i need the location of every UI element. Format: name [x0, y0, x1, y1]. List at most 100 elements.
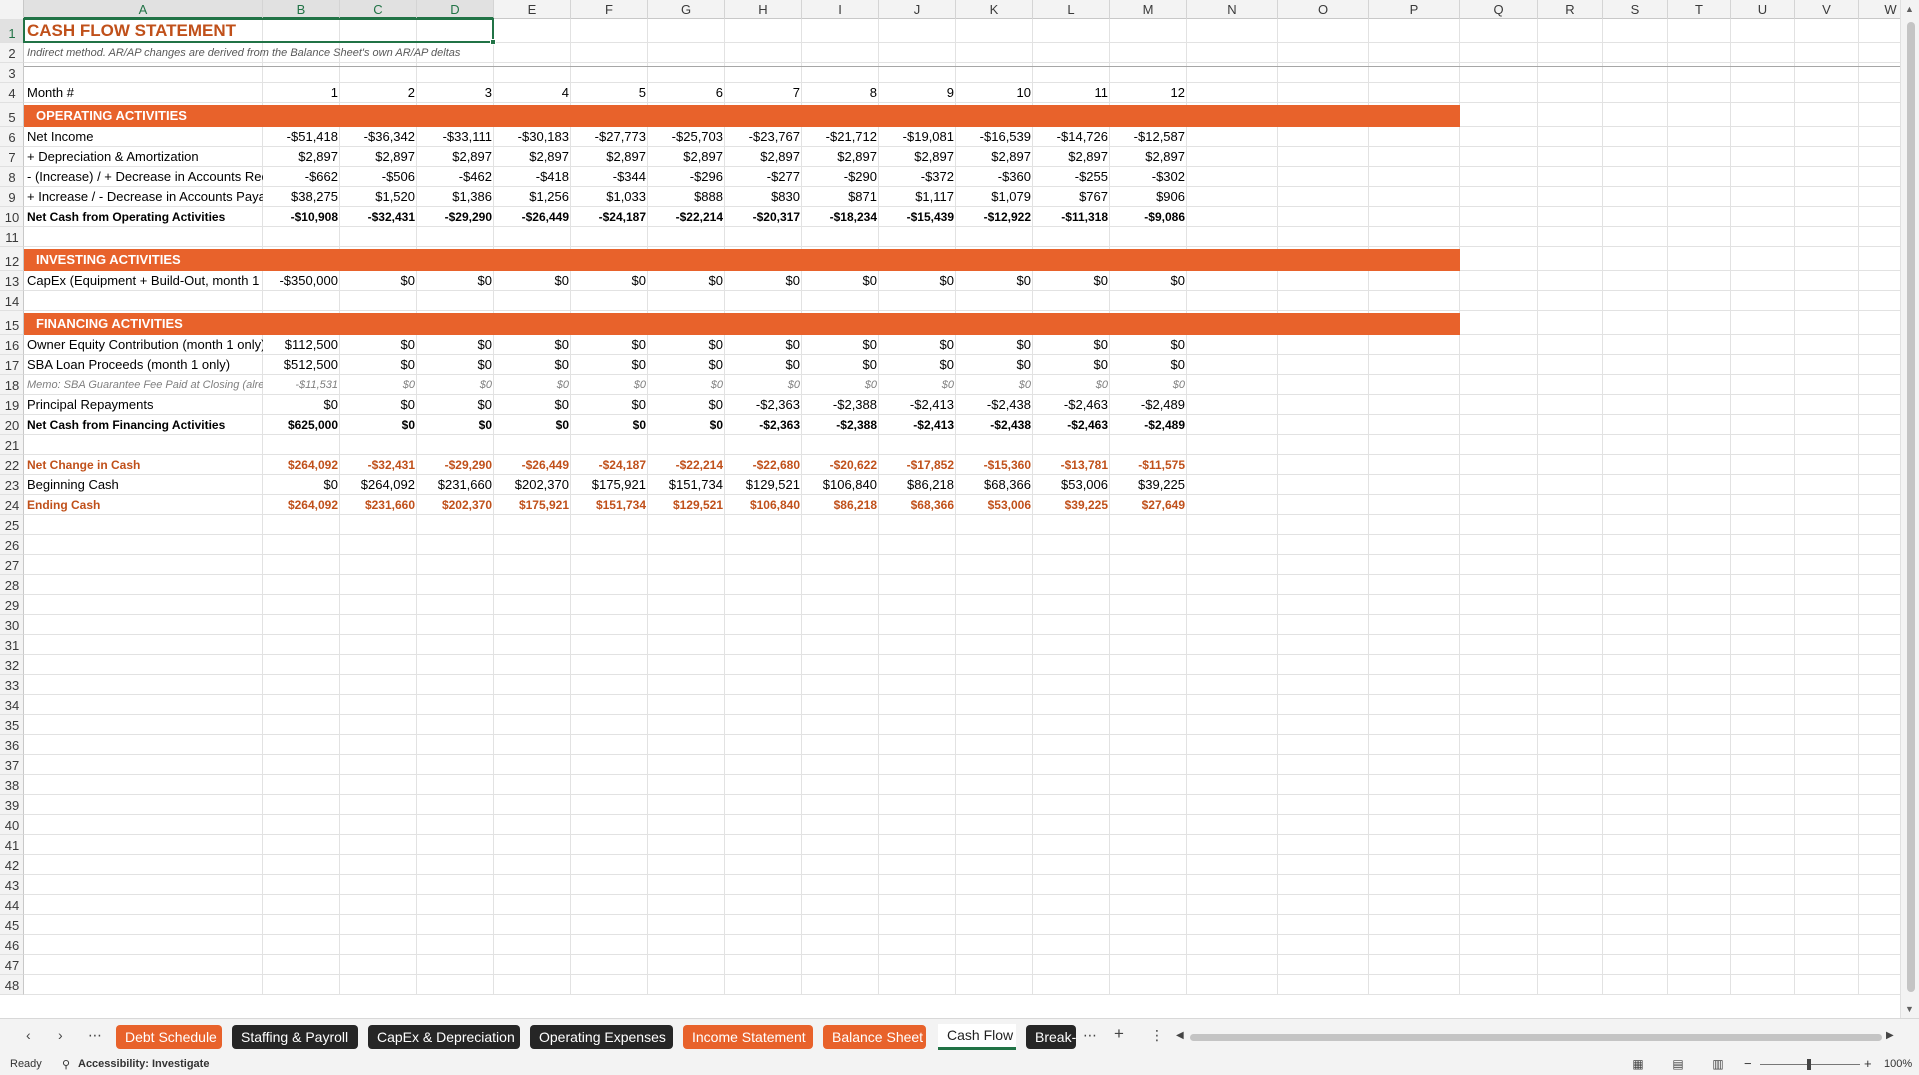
value-cell[interactable]: -$12,922	[956, 207, 1033, 227]
value-cell[interactable]: $1,079	[956, 187, 1033, 207]
row-header-30[interactable]: 30	[0, 615, 24, 635]
value-cell[interactable]: $2,897	[648, 147, 725, 167]
value-cell[interactable]: -$24,187	[571, 207, 648, 227]
row-label[interactable]: - (Increase) / + Decrease in Accounts Re…	[24, 167, 263, 187]
value-cell[interactable]: $0	[1033, 355, 1110, 375]
value-cell[interactable]: $0	[494, 415, 571, 435]
value-cell[interactable]: $2,897	[494, 147, 571, 167]
value-cell[interactable]: $0	[879, 271, 956, 291]
value-cell[interactable]: -$33,111	[417, 127, 494, 147]
sheet-tab-capex-depreciation[interactable]: CapEx & Depreciation	[368, 1025, 520, 1049]
value-cell[interactable]: -$30,183	[494, 127, 571, 147]
sheet-tab-staffing-payroll[interactable]: Staffing & Payroll	[232, 1025, 358, 1049]
value-cell[interactable]: $106,840	[802, 475, 879, 495]
column-header-r[interactable]: R	[1538, 0, 1603, 19]
value-cell[interactable]: $0	[571, 375, 648, 395]
row-header-19[interactable]: 19	[0, 395, 24, 415]
value-cell[interactable]: $0	[494, 271, 571, 291]
row-header-22[interactable]: 22	[0, 455, 24, 475]
value-cell[interactable]: $0	[1033, 375, 1110, 395]
value-cell[interactable]: -$10,908	[263, 207, 340, 227]
value-cell[interactable]: -$25,703	[648, 127, 725, 147]
value-cell[interactable]: -$9,086	[1110, 207, 1187, 227]
tab-list-more-icon[interactable]: ⋯	[88, 1027, 102, 1044]
value-cell[interactable]: $0	[417, 335, 494, 355]
value-cell[interactable]: -$2,388	[802, 415, 879, 435]
value-cell[interactable]: $0	[571, 395, 648, 415]
row-header-1[interactable]: 1	[0, 19, 24, 43]
value-cell[interactable]: $0	[417, 395, 494, 415]
value-cell[interactable]: $2,897	[802, 147, 879, 167]
value-cell[interactable]: $202,370	[417, 495, 494, 515]
value-cell[interactable]: -$15,360	[956, 455, 1033, 475]
row-header-29[interactable]: 29	[0, 595, 24, 615]
row-header-38[interactable]: 38	[0, 775, 24, 795]
value-cell[interactable]: $86,218	[802, 495, 879, 515]
value-cell[interactable]: $2,897	[725, 147, 802, 167]
value-cell[interactable]: $767	[1033, 187, 1110, 207]
sheet-tab-income-statement[interactable]: Income Statement	[683, 1025, 813, 1049]
row-header-34[interactable]: 34	[0, 695, 24, 715]
value-cell[interactable]: $151,734	[571, 495, 648, 515]
column-header-p[interactable]: P	[1369, 0, 1460, 19]
row-header-35[interactable]: 35	[0, 715, 24, 735]
value-cell[interactable]: -$29,290	[417, 455, 494, 475]
value-cell[interactable]: -$26,449	[494, 207, 571, 227]
value-cell[interactable]: -$2,438	[956, 395, 1033, 415]
scroll-up-icon[interactable]: ▲	[1905, 4, 1914, 14]
value-cell[interactable]: -$302	[1110, 167, 1187, 187]
value-cell[interactable]: $0	[802, 335, 879, 355]
value-cell[interactable]: $0	[1110, 335, 1187, 355]
value-cell[interactable]: $0	[494, 335, 571, 355]
value-cell[interactable]: -$32,431	[340, 207, 417, 227]
value-cell[interactable]: -$12,587	[1110, 127, 1187, 147]
month-number-3[interactable]: 3	[417, 83, 494, 103]
row-header-31[interactable]: 31	[0, 635, 24, 655]
column-header-q[interactable]: Q	[1460, 0, 1538, 19]
column-header-e[interactable]: E	[494, 0, 571, 19]
value-cell[interactable]: $0	[879, 355, 956, 375]
tab-options-icon[interactable]: ⋮	[1150, 1027, 1164, 1044]
zoom-out-icon[interactable]: −	[1744, 1056, 1752, 1071]
scroll-left-icon[interactable]: ◀	[1176, 1030, 1184, 1041]
value-cell[interactable]: $264,092	[263, 495, 340, 515]
value-cell[interactable]: $0	[956, 355, 1033, 375]
value-cell[interactable]: $231,660	[340, 495, 417, 515]
row-header-23[interactable]: 23	[0, 475, 24, 495]
row-header-5[interactable]: 5	[0, 103, 24, 127]
value-cell[interactable]: $0	[1033, 271, 1110, 291]
value-cell[interactable]: $86,218	[879, 475, 956, 495]
value-cell[interactable]: $0	[571, 355, 648, 375]
row-header-27[interactable]: 27	[0, 555, 24, 575]
scroll-down-icon[interactable]: ▼	[1905, 1004, 1914, 1014]
value-cell[interactable]: -$32,431	[340, 455, 417, 475]
value-cell[interactable]: -$26,449	[494, 455, 571, 475]
value-cell[interactable]: $1,520	[340, 187, 417, 207]
column-header-d[interactable]: D	[417, 0, 494, 19]
cell-grid[interactable]: A B C D E F G H I J K L M N O P Q R S T U V W 1 2 3 4 5 6 7 8 9 10 11 12 13…	[0, 0, 1900, 1018]
column-header-j[interactable]: J	[879, 0, 956, 19]
column-header-i[interactable]: I	[802, 0, 879, 19]
value-cell[interactable]: $888	[648, 187, 725, 207]
value-cell[interactable]: $264,092	[340, 475, 417, 495]
value-cell[interactable]: -$22,214	[648, 455, 725, 475]
page-layout-view-icon[interactable]: ▤	[1670, 1057, 1686, 1071]
fill-handle[interactable]	[490, 39, 496, 45]
column-header-g[interactable]: G	[648, 0, 725, 19]
value-cell[interactable]: -$18,234	[802, 207, 879, 227]
row-label[interactable]: Beginning Cash	[24, 475, 263, 495]
accessibility-status[interactable]: Accessibility: Investigate	[78, 1058, 209, 1070]
value-cell[interactable]: -$20,622	[802, 455, 879, 475]
row-header-41[interactable]: 41	[0, 835, 24, 855]
value-cell[interactable]: $0	[879, 375, 956, 395]
value-cell[interactable]: -$2,363	[725, 395, 802, 415]
value-cell[interactable]: $231,660	[417, 475, 494, 495]
row-header-32[interactable]: 32	[0, 655, 24, 675]
value-cell[interactable]: $0	[956, 335, 1033, 355]
value-cell[interactable]: -$24,187	[571, 455, 648, 475]
value-cell[interactable]: $0	[1110, 271, 1187, 291]
row-label[interactable]: SBA Loan Proceeds (month 1 only)	[24, 355, 263, 375]
value-cell[interactable]: $0	[263, 475, 340, 495]
value-cell[interactable]: $0	[340, 375, 417, 395]
column-header-n[interactable]: N	[1187, 0, 1278, 19]
